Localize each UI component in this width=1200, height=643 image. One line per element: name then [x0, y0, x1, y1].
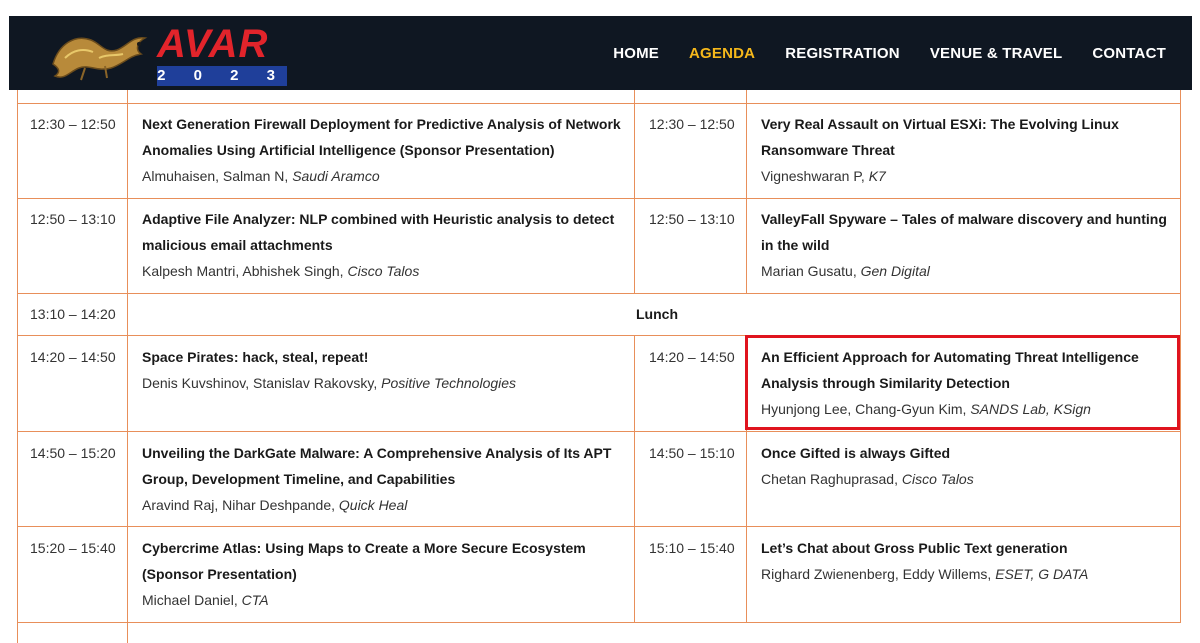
session-title[interactable]: Unveiling the DarkGate Malware: A Compre… [142, 440, 622, 492]
session-title[interactable]: Space Pirates: hack, steal, repeat! [142, 344, 622, 370]
session-time: 14:20 – 14:50 [30, 349, 116, 365]
session-authors: Aravind Raj, Nihar Deshpande, Quick Heal [142, 497, 408, 513]
grid-line [17, 90, 18, 643]
highlight-box [745, 335, 1180, 430]
session-title[interactable]: ValleyFall Spyware – Tales of malware di… [761, 206, 1171, 258]
session-time: 12:30 – 12:50 [30, 116, 116, 132]
grid-line [17, 198, 1181, 199]
session-authors: Righard Zwienenberg, Eddy Willems, ESET,… [761, 566, 1089, 582]
grid-line [17, 103, 1181, 104]
session-time: 14:20 – 14:50 [649, 349, 735, 365]
session-authors: Kalpesh Mantri, Abhishek Singh, Cisco Ta… [142, 263, 420, 279]
grid-line [634, 90, 635, 293]
session-title[interactable]: Cybercrime Atlas: Using Maps to Create a… [142, 535, 622, 587]
session-time: 15:10 – 15:40 [649, 540, 735, 556]
session-title[interactable]: Very Real Assault on Virtual ESXi: The E… [761, 111, 1171, 163]
grid-line [634, 335, 635, 623]
session-authors: Michael Daniel, CTA [142, 592, 269, 608]
session-authors: Marian Gusatu, Gen Digital [761, 263, 930, 279]
session-cell: ValleyFall Spyware – Tales of malware di… [761, 206, 1171, 284]
grid-line [1180, 90, 1181, 623]
session-authors: Chetan Raghuprasad, Cisco Talos [761, 471, 974, 487]
session-time: 14:50 – 15:20 [30, 445, 116, 461]
grid-line [127, 90, 128, 643]
session-cell: Very Real Assault on Virtual ESXi: The E… [761, 111, 1171, 189]
session-authors: Almuhaisen, Salman N, Saudi Aramco [142, 168, 380, 184]
grid-line [17, 622, 1181, 623]
session-time: 14:50 – 15:10 [649, 445, 735, 461]
session-cell: Next Generation Firewall Deployment for … [142, 111, 622, 189]
session-cell: Once Gifted is always Gifted Chetan Ragh… [761, 440, 1171, 492]
session-cell: Space Pirates: hack, steal, repeat! Deni… [142, 344, 622, 396]
session-time: 15:20 – 15:40 [30, 540, 116, 556]
grid-line [17, 526, 1181, 527]
lunch-label: Lunch [636, 306, 678, 322]
grid-line [17, 431, 1181, 432]
session-cell: Cybercrime Atlas: Using Maps to Create a… [142, 535, 622, 613]
session-authors: Denis Kuvshinov, Stanislav Rakovsky, Pos… [142, 375, 517, 391]
session-cell: Unveiling the DarkGate Malware: A Compre… [142, 440, 622, 518]
session-authors: Vigneshwaran P, K7 [761, 168, 886, 184]
session-cell: Let’s Chat about Gross Public Text gener… [761, 535, 1171, 587]
session-time: 12:50 – 13:10 [649, 211, 735, 227]
session-cell: Adaptive File Analyzer: NLP combined wit… [142, 206, 622, 284]
session-time: 13:10 – 14:20 [30, 306, 116, 322]
agenda-grid: 12:30 – 12:50 Next Generation Firewall D… [0, 0, 1200, 643]
session-title[interactable]: Adaptive File Analyzer: NLP combined wit… [142, 206, 622, 258]
grid-line [17, 293, 1181, 294]
session-time: 12:30 – 12:50 [649, 116, 735, 132]
session-title[interactable]: Next Generation Firewall Deployment for … [142, 111, 622, 163]
session-title[interactable]: Let’s Chat about Gross Public Text gener… [761, 535, 1171, 561]
session-title[interactable]: Once Gifted is always Gifted [761, 440, 1171, 466]
grid-line [746, 90, 747, 293]
session-time: 12:50 – 13:10 [30, 211, 116, 227]
